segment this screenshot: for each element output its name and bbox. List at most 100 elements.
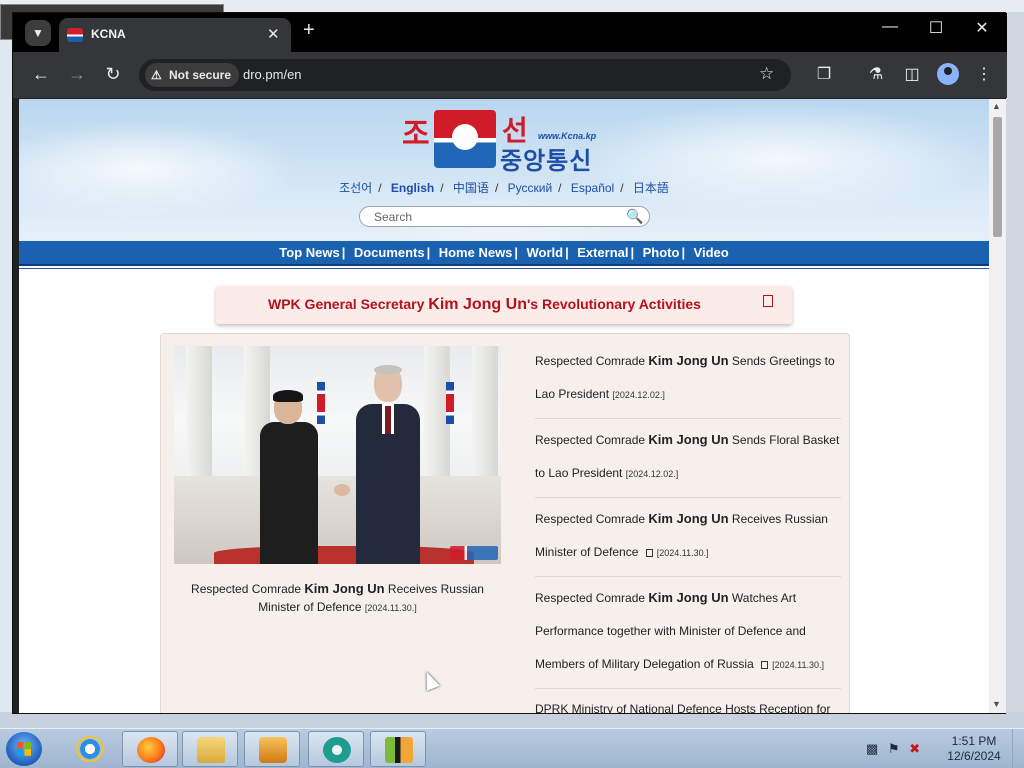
featured-caption[interactable]: Respected Comrade Kim Jong Un Receives R… <box>174 580 501 617</box>
photo-pillar <box>186 346 212 481</box>
menu-kebab-icon[interactable]: ⋮ <box>973 64 995 84</box>
kcna-favicon-icon <box>67 28 83 42</box>
logo-korean-bottom: 중앙통신 <box>500 148 593 175</box>
caption-date: [2024.11.30.] <box>364 603 417 613</box>
extensions-puzzle-icon[interactable]: ❐ <box>813 64 835 84</box>
profile-avatar-icon[interactable] <box>937 63 959 85</box>
nav-home-news[interactable]: Home News <box>439 241 513 265</box>
taskbar-media-player[interactable] <box>244 731 300 767</box>
logo-emblem-icon <box>434 110 496 168</box>
news-prefix: Respected Comrade <box>535 354 649 368</box>
tab-search-button[interactable]: ▼ <box>25 20 51 46</box>
lang-japanese[interactable]: 日本語 <box>633 181 669 195</box>
search-input[interactable] <box>374 209 614 224</box>
taskbar-hxd[interactable] <box>370 731 426 767</box>
news-item[interactable]: Respected Comrade Kim Jong Un Receives R… <box>535 498 841 577</box>
featured-photo[interactable] <box>174 346 501 564</box>
featured-content: Respected Comrade Kim Jong Un Receives R… <box>160 333 850 713</box>
lang-separator: / <box>494 181 499 195</box>
firefox-icon <box>137 737 165 763</box>
address-bar[interactable]: ⚠ Not secure dro.pm/en ☆ <box>139 59 791 91</box>
news-item[interactable]: DPRK Ministry of National Defence Hosts … <box>535 689 841 713</box>
side-panel-icon[interactable]: ◫ <box>901 64 923 84</box>
lang-separator: / <box>440 181 444 195</box>
news-prefix: Respected Comrade <box>535 433 649 447</box>
warning-triangle-icon: ⚠ <box>151 68 162 82</box>
nav-photo[interactable]: Photo <box>643 241 680 265</box>
nav-separator: | <box>514 245 519 260</box>
forward-arrow-icon[interactable]: → <box>65 64 89 85</box>
news-name: Kim Jong Un <box>648 432 729 447</box>
banner-title: WPK General Secretary Kim Jong Un's Revo… <box>268 296 701 314</box>
language-selector: 조선어 / English / 中国语 / Русский / Español / 日本語 <box>19 179 989 196</box>
revolutionary-activities-banner[interactable]: WPK General Secretary Kim Jong Un's Revo… <box>216 286 792 324</box>
divider <box>19 268 989 269</box>
lang-chinese[interactable]: 中国语 <box>453 181 489 195</box>
chrome-icon <box>323 737 351 763</box>
site-header: 조 선 www.Kcna.kp 중앙통신 조선어 / English / 中国语 / … <box>19 99 989 241</box>
clock-date: 12/6/2024 <box>947 749 1001 763</box>
news-date: [2024.11.30.] <box>656 548 709 558</box>
show-desktop-button[interactable] <box>1012 729 1024 768</box>
nav-external[interactable]: External <box>577 241 628 265</box>
labs-flask-icon[interactable]: ⚗ <box>865 64 887 84</box>
news-item[interactable]: Respected Comrade Kim Jong Un Watches Ar… <box>535 577 841 689</box>
search-icon[interactable]: 🔍 <box>626 208 643 225</box>
flag-icon <box>317 382 325 424</box>
close-window-icon[interactable]: ✕ <box>967 18 997 38</box>
nav-world[interactable]: World <box>527 241 564 265</box>
tab-kcna[interactable]: KCNA ✕ <box>59 18 291 52</box>
volume-muted-icon[interactable]: ✖ <box>909 741 920 756</box>
photo-attachment-icon <box>645 548 653 557</box>
news-name: Kim Jong Un <box>648 511 729 526</box>
nav-separator: | <box>565 245 569 260</box>
news-item[interactable]: Respected Comrade Kim Jong Un Sends Flor… <box>535 419 841 498</box>
news-prefix: Respected Comrade <box>535 591 649 605</box>
lang-separator: / <box>378 181 382 195</box>
lang-separator: / <box>558 181 562 195</box>
scroll-up-icon[interactable]: ▲ <box>992 101 1001 111</box>
kcna-logo[interactable]: 조 선 www.Kcna.kp 중앙통신 <box>402 107 617 175</box>
new-tab-plus-icon[interactable]: + <box>303 19 315 42</box>
nav-documents[interactable]: Documents <box>354 241 425 265</box>
taskbar-chrome[interactable] <box>308 731 364 767</box>
news-item[interactable]: Respected Comrade Kim Jong Un Sends Gree… <box>535 340 841 419</box>
news-date: [2024.11.30.] <box>772 660 824 670</box>
taskbar-file-explorer[interactable] <box>182 731 238 767</box>
caption-prefix: Respected Comrade <box>191 582 305 596</box>
taskbar-clock[interactable]: 1:51 PM 12/6/2024 <box>942 734 1006 764</box>
url-text[interactable]: dro.pm/en <box>243 67 302 82</box>
desktop-background-bottom <box>0 712 1024 728</box>
reload-icon[interactable]: ↻ <box>101 64 125 85</box>
nav-top-news[interactable]: Top News <box>279 241 339 265</box>
taskbar-internet-explorer[interactable] <box>62 731 118 767</box>
logo-url: www.Kcna.kp <box>538 131 597 141</box>
photo-rug <box>214 546 474 564</box>
tab-close-icon[interactable]: ✕ <box>267 25 280 43</box>
tab-title: KCNA <box>91 27 126 41</box>
maximize-icon[interactable]: ☐ <box>921 18 951 38</box>
lang-russian[interactable]: Русский <box>508 181 553 195</box>
action-center-flag-icon[interactable]: ⚑ <box>888 741 900 756</box>
internet-explorer-icon <box>76 736 104 762</box>
start-button-icon[interactable] <box>6 732 42 766</box>
logo-korean-top-left: 조 <box>402 118 430 151</box>
network-icon[interactable]: ▩ <box>866 741 878 756</box>
lang-korean[interactable]: 조선어 <box>339 181 372 195</box>
browser-window: ▼ KCNA ✕ + — ☐ ✕ ← → ↻ ⚠ Not secure dro.p… <box>12 12 1007 714</box>
back-arrow-icon[interactable]: ← <box>29 64 53 85</box>
site-search-box: 🔍 <box>359 206 650 227</box>
kcna-watermark-icon <box>450 546 498 560</box>
security-chip[interactable]: ⚠ Not secure <box>145 63 240 87</box>
scroll-down-icon[interactable]: ▼ <box>992 699 1001 709</box>
banner-arrow-icon <box>763 295 773 307</box>
lang-spanish[interactable]: Español <box>571 181 614 195</box>
lang-english[interactable]: English <box>391 181 434 195</box>
desktop-background-right <box>1006 12 1024 722</box>
minimize-icon[interactable]: — <box>875 18 905 36</box>
bookmark-star-icon[interactable]: ☆ <box>759 64 774 84</box>
nav-video[interactable]: Video <box>694 241 729 265</box>
vertical-scrollbar[interactable]: ▲ ▼ <box>989 99 1006 713</box>
scrollbar-thumb[interactable] <box>993 117 1002 237</box>
taskbar-firefox[interactable] <box>122 731 178 767</box>
